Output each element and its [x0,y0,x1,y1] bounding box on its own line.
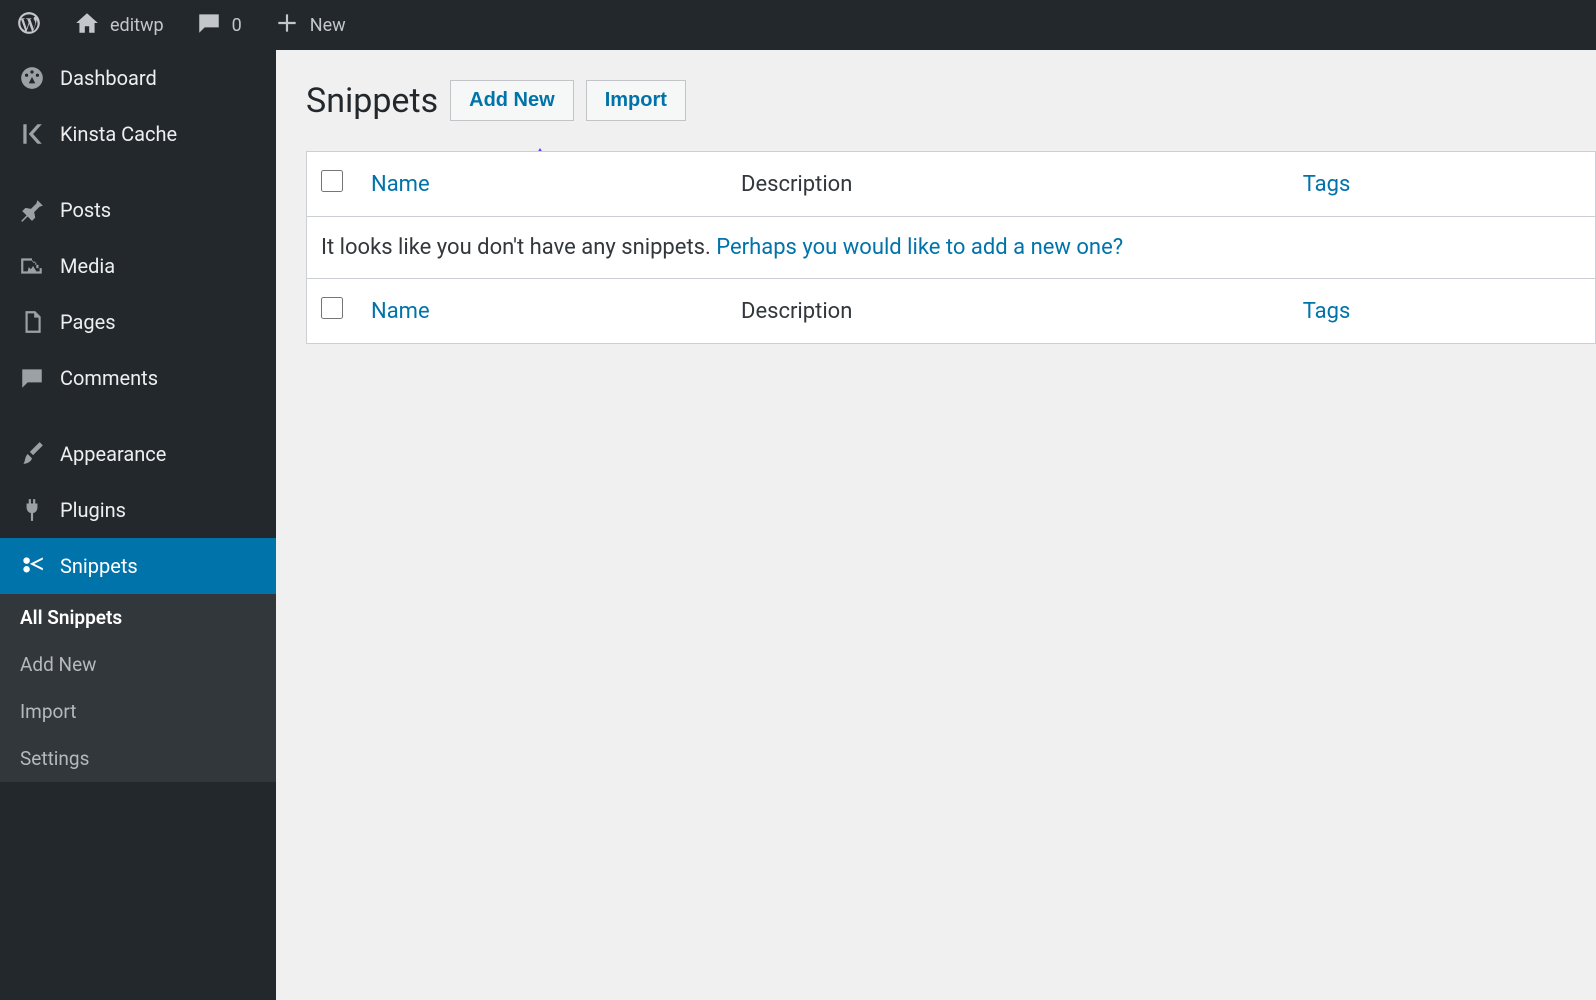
select-all-checkbox-footer[interactable] [321,297,343,319]
scissors-icon [18,552,46,580]
add-new-link[interactable]: Perhaps you would like to add a new one? [716,235,1123,260]
sidebar-item-label: Kinsta Cache [60,122,177,146]
import-button[interactable]: Import [586,80,686,121]
select-all-header [307,152,358,217]
empty-state-row: It looks like you don't have any snippet… [307,217,1596,279]
sidebar-item-label: Dashboard [60,66,157,90]
admin-sidebar: Dashboard Kinsta Cache Posts Media Pages… [0,50,276,1000]
sidebar-subitem-all-snippets[interactable]: All Snippets [0,594,276,641]
plug-icon [18,496,46,524]
sidebar-subitem-import[interactable]: Import [0,688,276,735]
pages-icon [18,308,46,336]
sidebar-item-appearance[interactable]: Appearance [0,426,276,482]
home-icon [74,10,100,41]
sidebar-item-posts[interactable]: Posts [0,182,276,238]
new-label: New [310,15,346,36]
sidebar-subitem-settings[interactable]: Settings [0,735,276,782]
select-all-footer [307,279,358,344]
empty-state-text: It looks like you don't have any snippet… [321,235,716,260]
pin-icon [18,196,46,224]
comments-count: 0 [232,15,242,36]
plus-icon [274,10,300,41]
sidebar-item-label: Comments [60,366,158,390]
tags-column-header[interactable]: Tags [1289,152,1596,217]
sidebar-item-comments[interactable]: Comments [0,350,276,406]
new-content-link[interactable]: New [258,10,362,41]
name-column-header[interactable]: Name [357,152,727,217]
dashboard-icon [18,64,46,92]
sidebar-item-label: Plugins [60,498,126,522]
sidebar-item-label: Pages [60,310,116,334]
add-new-button[interactable]: Add New [450,80,574,121]
sidebar-item-media[interactable]: Media [0,238,276,294]
site-name-link[interactable]: editwp [58,10,180,41]
main-content: Snippets Add New Import Name Description… [276,50,1596,1000]
sidebar-item-kinsta-cache[interactable]: Kinsta Cache [0,106,276,162]
sidebar-item-label: Posts [60,198,111,222]
tags-column-footer[interactable]: Tags [1289,279,1596,344]
sidebar-item-snippets[interactable]: Snippets [0,538,276,594]
comment-icon [196,10,222,41]
sidebar-item-dashboard[interactable]: Dashboard [0,50,276,106]
snippets-table: Name Description Tags It looks like you … [306,151,1596,344]
wordpress-icon [16,10,42,41]
media-icon [18,252,46,280]
page-title: Snippets [306,81,438,121]
admin-topbar: editwp 0 New [0,0,1596,50]
sidebar-item-pages[interactable]: Pages [0,294,276,350]
description-column-header: Description [727,152,1289,217]
kinsta-icon [18,120,46,148]
name-column-footer[interactable]: Name [357,279,727,344]
sidebar-item-label: Appearance [60,442,166,466]
sidebar-item-label: Media [60,254,115,278]
brush-icon [18,440,46,468]
sidebar-subitem-add-new[interactable]: Add New [0,641,276,688]
comment-icon [18,364,46,392]
select-all-checkbox[interactable] [321,170,343,192]
comments-count-link[interactable]: 0 [180,10,258,41]
sidebar-item-label: Snippets [60,554,138,578]
wp-logo[interactable] [0,10,58,41]
description-column-footer: Description [727,279,1289,344]
sidebar-item-plugins[interactable]: Plugins [0,482,276,538]
site-name: editwp [110,15,164,36]
